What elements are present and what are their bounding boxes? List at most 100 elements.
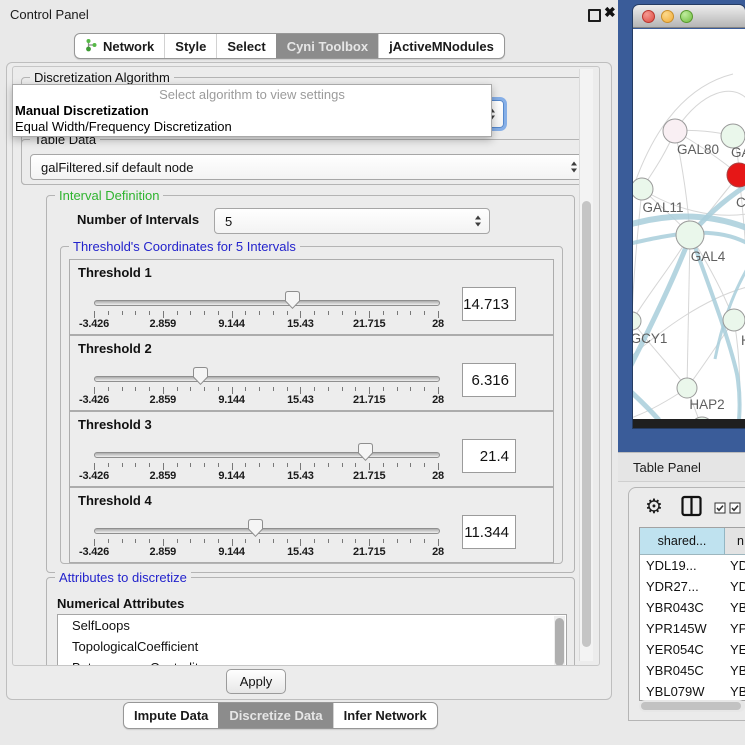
table-scrollbar-thumb[interactable]: [641, 702, 741, 710]
network-thick-edge[interactable]: [633, 389, 659, 419]
tick-mark: [122, 539, 123, 543]
slider-track[interactable]: [94, 300, 440, 306]
slider-thumb[interactable]: [248, 519, 263, 537]
float-window-icon[interactable]: [588, 9, 601, 22]
num-intervals-combobox[interactable]: 5: [214, 208, 490, 234]
slider-track[interactable]: [94, 452, 440, 458]
list-scrollbar-thumb[interactable]: [555, 618, 564, 666]
network-edge[interactable]: [687, 320, 734, 388]
table-row[interactable]: YBL079WYBL0: [640, 681, 745, 701]
table-row[interactable]: YBR045CYBR0: [640, 660, 745, 681]
cell-shared-name[interactable]: YER054C: [640, 639, 725, 660]
threshold-value-field[interactable]: 21.4: [462, 439, 516, 473]
network-node-label: HAP2: [689, 397, 724, 412]
close-icon[interactable]: ✖: [604, 4, 616, 21]
tick-mark: [204, 311, 205, 315]
tick-mark: [163, 311, 164, 318]
algorithm-group-title: Discretization Algorithm: [30, 70, 174, 85]
dropdown-placeholder-option[interactable]: Select algorithm to view settings: [13, 87, 491, 103]
tab-jactivemnodules[interactable]: jActiveMNodules: [378, 34, 504, 58]
tab-discretize-data[interactable]: Discretize Data: [218, 703, 332, 728]
cell-shared-name[interactable]: YDR27...: [640, 576, 725, 597]
tick-mark: [135, 463, 136, 467]
cell-shared-name[interactable]: YDL19...: [640, 555, 725, 576]
network-node[interactable]: [723, 309, 745, 331]
tick-mark: [149, 463, 150, 467]
cell-name[interactable]: YPR1: [725, 618, 745, 639]
tab-infer-network[interactable]: Infer Network: [333, 703, 437, 728]
table-row[interactable]: YER054CYER0: [640, 639, 745, 660]
checkbox-checked-icon[interactable]: [714, 501, 726, 519]
threshold-value-field[interactable]: 11.344: [462, 515, 516, 549]
network-node-label: C: [736, 195, 745, 210]
slider-thumb[interactable]: [358, 443, 373, 461]
table-row[interactable]: YPR145WYPR1: [640, 618, 745, 639]
threshold-value-field[interactable]: 6.316: [462, 363, 516, 397]
network-node[interactable]: [633, 312, 641, 330]
attribute-list-item[interactable]: TopologicalCoefficient: [58, 636, 566, 657]
minimize-traffic-light-icon[interactable]: [661, 10, 674, 23]
tick-label: -3.426: [79, 470, 109, 482]
table-data-combobox[interactable]: galFiltered.sif default node: [30, 154, 586, 180]
app-root: Control Panel ✖ Network Style Select Cyn…: [0, 0, 745, 745]
tab-impute-data[interactable]: Impute Data: [124, 703, 218, 728]
tick-label: 9.144: [218, 546, 245, 558]
column-header-name[interactable]: n: [725, 528, 745, 554]
attribute-list-item[interactable]: SelfLoops: [58, 615, 566, 636]
network-node[interactable]: [676, 221, 704, 249]
table-row[interactable]: YDR27...YDR2: [640, 576, 745, 597]
network-edge[interactable]: [633, 189, 642, 321]
tick-mark: [383, 539, 384, 543]
network-window-titlebar[interactable]: [633, 5, 745, 28]
checkbox-checked-icon[interactable]: [729, 501, 741, 519]
cell-shared-name[interactable]: YBR045C: [640, 660, 725, 681]
tab-select[interactable]: Select: [216, 34, 275, 58]
tick-mark: [232, 311, 233, 318]
table-row[interactable]: YBR043CYBR0: [640, 597, 745, 618]
tab-cyni-toolbox[interactable]: Cyni Toolbox: [276, 34, 378, 58]
dropdown-option-equal-width[interactable]: Equal Width/Frequency Discretization: [13, 119, 491, 135]
threshold-value-field[interactable]: 14.713: [462, 287, 516, 321]
columns-icon[interactable]: [681, 495, 702, 522]
threshold-panel: Threshold 3 -3.4262.8599.14415.4321.7152…: [69, 411, 554, 487]
network-thick-edge[interactable]: [633, 237, 690, 371]
tick-label: 28: [432, 546, 444, 558]
slider-track[interactable]: [94, 528, 440, 534]
cell-shared-name[interactable]: YBR043C: [640, 597, 725, 618]
tick-mark: [410, 311, 411, 315]
network-node[interactable]: [633, 178, 653, 200]
cell-name[interactable]: YDR2: [725, 576, 745, 597]
tick-mark: [397, 387, 398, 391]
cell-shared-name[interactable]: YBL079W: [640, 681, 725, 701]
cell-shared-name[interactable]: YPR145W: [640, 618, 725, 639]
numerical-attributes-list[interactable]: SelfLoopsTopologicalCoefficientBetweenne…: [57, 614, 567, 666]
attribute-list-item[interactable]: BetweennessCentrality: [58, 657, 566, 666]
table-row[interactable]: YDL19...YDL1: [640, 555, 745, 576]
tab-network[interactable]: Network: [75, 34, 164, 58]
gear-icon[interactable]: ⚙: [645, 494, 663, 519]
dropdown-option-manual[interactable]: Manual Discretization: [13, 103, 491, 119]
table-horizontal-scrollbar[interactable]: [639, 700, 745, 712]
list-scrollbar[interactable]: [554, 616, 565, 666]
panel-scrollbar-thumb[interactable]: [582, 201, 591, 647]
tab-style[interactable]: Style: [164, 34, 216, 58]
network-node-label: GAL11: [642, 200, 683, 215]
panel-scrollbar[interactable]: [579, 69, 593, 661]
cell-name[interactable]: YBR0: [725, 597, 745, 618]
cell-name[interactable]: YBR0: [725, 660, 745, 681]
network-edge[interactable]: [687, 235, 690, 388]
network-node[interactable]: [663, 119, 687, 143]
column-header-shared-name[interactable]: shared...: [640, 528, 725, 554]
tick-mark: [218, 387, 219, 391]
cell-name[interactable]: YER0: [725, 639, 745, 660]
slider-thumb[interactable]: [193, 367, 208, 385]
network-canvas[interactable]: GAL80GAL4GAL11GCY1HAP2GACH: [633, 29, 745, 419]
close-traffic-light-icon[interactable]: [642, 10, 655, 23]
network-node[interactable]: [677, 378, 697, 398]
cell-name[interactable]: YBL0: [725, 681, 745, 701]
slider-track[interactable]: [94, 376, 440, 382]
apply-button[interactable]: Apply: [226, 669, 286, 694]
slider-thumb[interactable]: [285, 291, 300, 309]
zoom-traffic-light-icon[interactable]: [680, 10, 693, 23]
cell-name[interactable]: YDL1: [725, 555, 745, 576]
